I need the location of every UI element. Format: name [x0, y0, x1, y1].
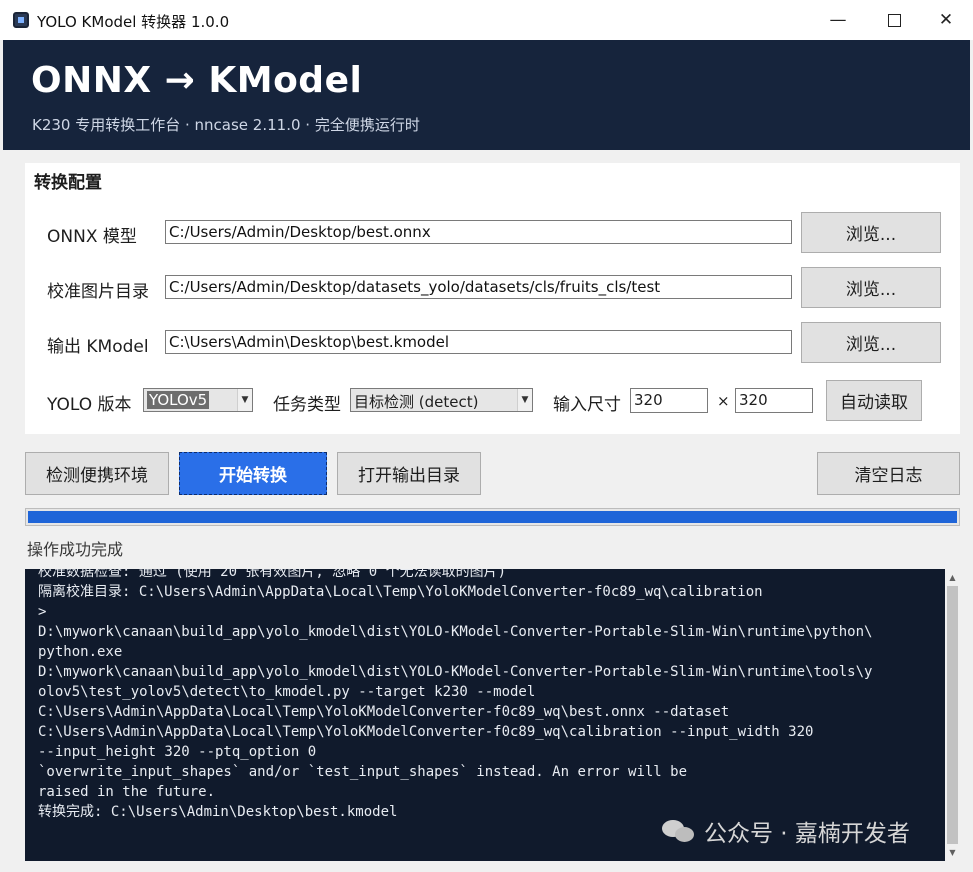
input-size-label: 输入尺寸 [553, 395, 621, 415]
maximize-icon [887, 13, 901, 27]
browse-calib-button[interactable]: 浏览... [801, 267, 941, 308]
clear-log-button[interactable]: 清空日志 [817, 452, 960, 495]
header-subtitle: K230 专用转换工作台 · nncase 2.11.0 · 完全便携运行时 [32, 116, 420, 134]
onnx-model-input[interactable]: C:/Users/Admin/Desktop/best.onnx [165, 220, 792, 244]
log-line: C:\Users\Admin\AppData\Local\Temp\YoloKM… [38, 724, 814, 740]
window-title: YOLO KModel 转换器 1.0.0 [37, 13, 230, 31]
scrollbar-thumb[interactable] [947, 586, 958, 844]
output-kmodel-input[interactable]: C:\Users\Admin\Desktop\best.kmodel [165, 330, 792, 354]
close-button[interactable]: ✕ [920, 0, 972, 40]
header-title: ONNX → KModel [31, 60, 363, 101]
config-panel-title: 转换配置 [34, 173, 102, 193]
calib-dir-label: 校准图片目录 [47, 282, 149, 302]
input-width-field[interactable]: 320 [630, 388, 708, 413]
output-kmodel-label: 输出 KModel [47, 337, 149, 357]
log-line: olov5\test_yolov5\detect\to_kmodel.py --… [38, 684, 536, 700]
progress-bar [25, 508, 960, 526]
calib-dir-input[interactable]: C:/Users/Admin/Desktop/datasets_yolo/dat… [165, 275, 792, 299]
task-type-value: 目标检测 (detect) [354, 393, 479, 411]
watermark-text: 公众号 · 嘉楠开发者 [704, 821, 910, 847]
auto-read-button[interactable]: 自动读取 [826, 380, 922, 421]
yolo-version-value: YOLOv5 [147, 391, 210, 409]
config-panel: 转换配置 ONNX 模型 C:/Users/Admin/Desktop/best… [25, 163, 960, 434]
check-env-button[interactable]: 检测便携环境 [25, 452, 169, 495]
log-line: D:\mywork\canaan\build_app\yolo_kmodel\d… [38, 624, 873, 640]
start-convert-button[interactable]: 开始转换 [179, 452, 327, 495]
status-text: 操作成功完成 [27, 540, 124, 559]
app-icon [13, 12, 29, 28]
task-type-select[interactable]: 目标检测 (detect) ▼ [350, 388, 533, 412]
log-line: `overwrite_input_shapes` and/or `test_in… [38, 764, 688, 780]
watermark: 公众号 · 嘉楠开发者 [662, 814, 910, 848]
log-line: python.exe [38, 644, 123, 660]
minimize-button[interactable]: — [812, 0, 864, 40]
yolo-version-label: YOLO 版本 [47, 395, 132, 415]
progress-fill [28, 511, 957, 523]
log-scrollbar[interactable]: ▲ ▼ [945, 569, 960, 861]
scroll-down-icon[interactable]: ▼ [945, 844, 960, 861]
log-line: C:\Users\Admin\AppData\Local\Temp\YoloKM… [38, 704, 730, 720]
log-line: --input_height 320 --ptq_option 0 [38, 744, 317, 760]
yolo-version-select[interactable]: YOLOv5 ▼ [143, 388, 253, 412]
log-line: D:\mywork\canaan\build_app\yolo_kmodel\d… [38, 664, 873, 680]
wechat-icon [662, 818, 696, 844]
log-line: > [38, 604, 47, 620]
onnx-model-label: ONNX 模型 [47, 227, 137, 247]
task-type-label: 任务类型 [273, 395, 341, 415]
log-line: raised in the future. [38, 784, 216, 800]
scroll-up-icon[interactable]: ▲ [945, 569, 960, 586]
size-times-sign: × [717, 392, 730, 410]
window-titlebar: YOLO KModel 转换器 1.0.0 — ✕ [0, 0, 973, 40]
browse-onnx-button[interactable]: 浏览... [801, 212, 941, 253]
log-line: 校准数据检查: 通过 (使用 20 张有效图片, 忽略 0 个无法读取的图片) [38, 569, 507, 580]
header-banner: ONNX → KModel K230 专用转换工作台 · nncase 2.11… [3, 40, 970, 150]
browse-output-button[interactable]: 浏览... [801, 322, 941, 363]
log-line: 隔离校准目录: C:\Users\Admin\AppData\Local\Tem… [38, 584, 763, 600]
open-output-dir-button[interactable]: 打开输出目录 [337, 452, 481, 495]
log-lines: 校准数据检查: 通过 (使用 20 张有效图片, 忽略 0 个无法读取的图片) 隔… [38, 569, 943, 822]
input-height-field[interactable]: 320 [735, 388, 813, 413]
maximize-button[interactable] [868, 0, 920, 40]
chevron-down-icon: ▼ [237, 389, 252, 411]
chevron-down-icon: ▼ [517, 389, 532, 411]
